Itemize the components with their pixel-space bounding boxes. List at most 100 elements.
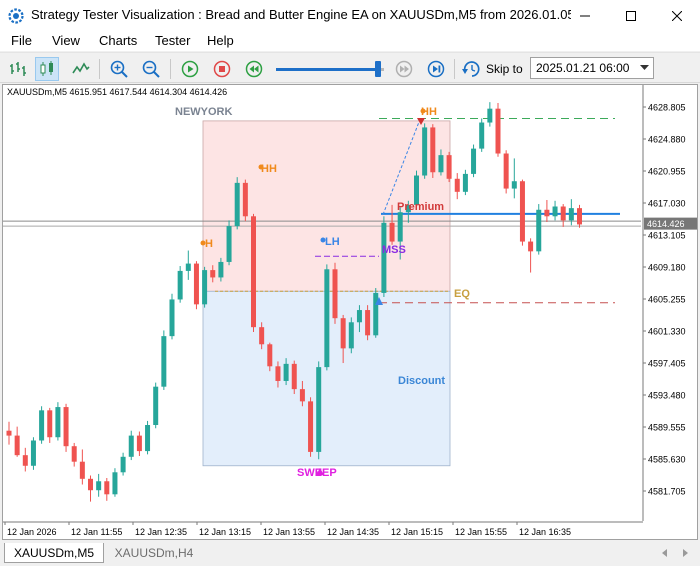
candle-body	[79, 461, 85, 479]
minimize-icon	[580, 15, 590, 16]
candle-body	[39, 410, 45, 441]
price-tick-label: 4617.030	[648, 199, 686, 209]
candle-body	[438, 155, 444, 173]
step-forward-button[interactable]	[392, 57, 416, 81]
chevron-left-icon[interactable]	[660, 548, 670, 558]
zoom-out-button[interactable]	[139, 57, 163, 81]
higher-high-label: HH	[261, 163, 277, 175]
candle-body	[577, 208, 582, 225]
sweep-label: SWEEP	[297, 467, 337, 479]
time-tick-label: 12 Jan 13:15	[199, 527, 251, 537]
stop-button[interactable]	[210, 57, 234, 81]
rewind-icon	[245, 60, 263, 78]
zoom-in-icon	[110, 60, 128, 78]
current-price-label: 4614.426	[647, 219, 685, 229]
play-icon	[181, 60, 199, 78]
maximize-icon	[626, 10, 636, 21]
candle-body	[63, 407, 69, 447]
time-tick-label: 12 Jan 12:35	[135, 527, 187, 537]
zoom-in-button[interactable]	[107, 57, 131, 81]
time-tick-label: 12 Jan 15:55	[455, 527, 507, 537]
zoom-out-icon	[142, 60, 160, 78]
session-label: NEWYORK	[175, 106, 233, 118]
speed-slider[interactable]	[276, 68, 384, 71]
line-chart-icon	[72, 62, 90, 74]
candle-body	[528, 241, 534, 252]
maximize-button[interactable]	[608, 0, 654, 31]
menu-file[interactable]: File	[11, 33, 32, 48]
candle-body	[560, 206, 566, 221]
candlestick-icon	[40, 61, 53, 76]
candle-body	[218, 261, 224, 278]
skip-to-button[interactable]	[460, 57, 484, 81]
candle-body	[251, 216, 256, 328]
candle-body	[487, 108, 493, 123]
tester-window: Strategy Tester Visualization : Bread an…	[0, 0, 700, 566]
candlestick-button[interactable]	[35, 57, 59, 81]
skip-end-button[interactable]	[424, 57, 448, 81]
step-forward-icon	[395, 60, 413, 78]
price-tick-label: 4609.180	[648, 263, 686, 273]
candle-body	[153, 386, 159, 426]
candle-body	[479, 122, 485, 149]
close-icon	[672, 10, 682, 21]
candle-body	[226, 226, 232, 262]
candle-body	[324, 269, 330, 368]
skip-to-dropdown-button[interactable]	[635, 58, 653, 78]
price-tick-label: 4581.705	[648, 487, 686, 497]
candle-body	[259, 327, 265, 345]
menu-help[interactable]: Help	[207, 33, 234, 48]
bar-chart-button[interactable]	[6, 57, 30, 81]
time-tick-label: 12 Jan 13:55	[263, 527, 315, 537]
candle-body	[242, 182, 248, 217]
close-button[interactable]	[654, 0, 700, 31]
price-tick-label: 4585.630	[648, 455, 686, 465]
skip-to-date-field[interactable]: 2025.01.21 06:00	[530, 57, 654, 79]
chevron-right-icon[interactable]	[680, 548, 690, 558]
candle-body	[161, 336, 167, 387]
candle-body	[422, 127, 428, 176]
tab-xauusdm-m5[interactable]: XAUUSDm,M5	[4, 543, 104, 563]
candle-body	[299, 389, 305, 402]
candle-body	[397, 212, 403, 242]
candle-body	[234, 182, 240, 227]
menu-view[interactable]: View	[52, 33, 80, 48]
play-button[interactable]	[178, 57, 202, 81]
time-tick-label: 12 Jan 11:55	[71, 527, 122, 537]
candle-body	[169, 299, 175, 337]
line-chart-button[interactable]	[69, 57, 93, 81]
candle-body	[552, 206, 558, 217]
candle-body	[389, 222, 395, 242]
menu-charts[interactable]: Charts	[99, 33, 137, 48]
chart-tabs: XAUUSDm,M5 XAUUSDm,H4	[0, 541, 700, 566]
toolbar-separator	[454, 59, 455, 79]
chart-area[interactable]: NEWYORK Premium Discount EQ MSS SWEEP HH HH H LH …	[2, 84, 698, 540]
tab-xauusdm-h4[interactable]: XAUUSDm,H4	[104, 543, 204, 563]
price-tick-label: 4605.255	[648, 295, 686, 305]
candle-body	[120, 456, 126, 473]
candle-body	[6, 430, 12, 436]
candle-body	[104, 481, 110, 495]
candle-body	[275, 366, 281, 381]
high-label: H	[205, 238, 213, 250]
gear-icon	[8, 8, 24, 24]
lower-high-label: LH	[325, 236, 340, 248]
candle-body	[96, 481, 102, 491]
skip-end-icon	[427, 60, 445, 78]
candle-body	[55, 407, 61, 438]
time-tick-label: 12 Jan 15:15	[391, 527, 443, 537]
candle-body	[112, 472, 118, 495]
equilibrium-label: EQ	[454, 288, 470, 300]
speed-slider-fill	[276, 68, 379, 71]
candle-body	[283, 363, 289, 381]
candle-body	[454, 178, 460, 192]
minimize-button[interactable]	[562, 0, 608, 31]
menu-tester[interactable]: Tester	[155, 33, 190, 48]
rewind-button[interactable]	[242, 57, 266, 81]
candle-body	[71, 446, 77, 462]
speed-slider-thumb[interactable]	[375, 61, 381, 77]
candle-body	[308, 401, 314, 452]
candle-body	[373, 292, 379, 336]
candle-body	[495, 108, 501, 154]
candle-body	[511, 181, 517, 189]
